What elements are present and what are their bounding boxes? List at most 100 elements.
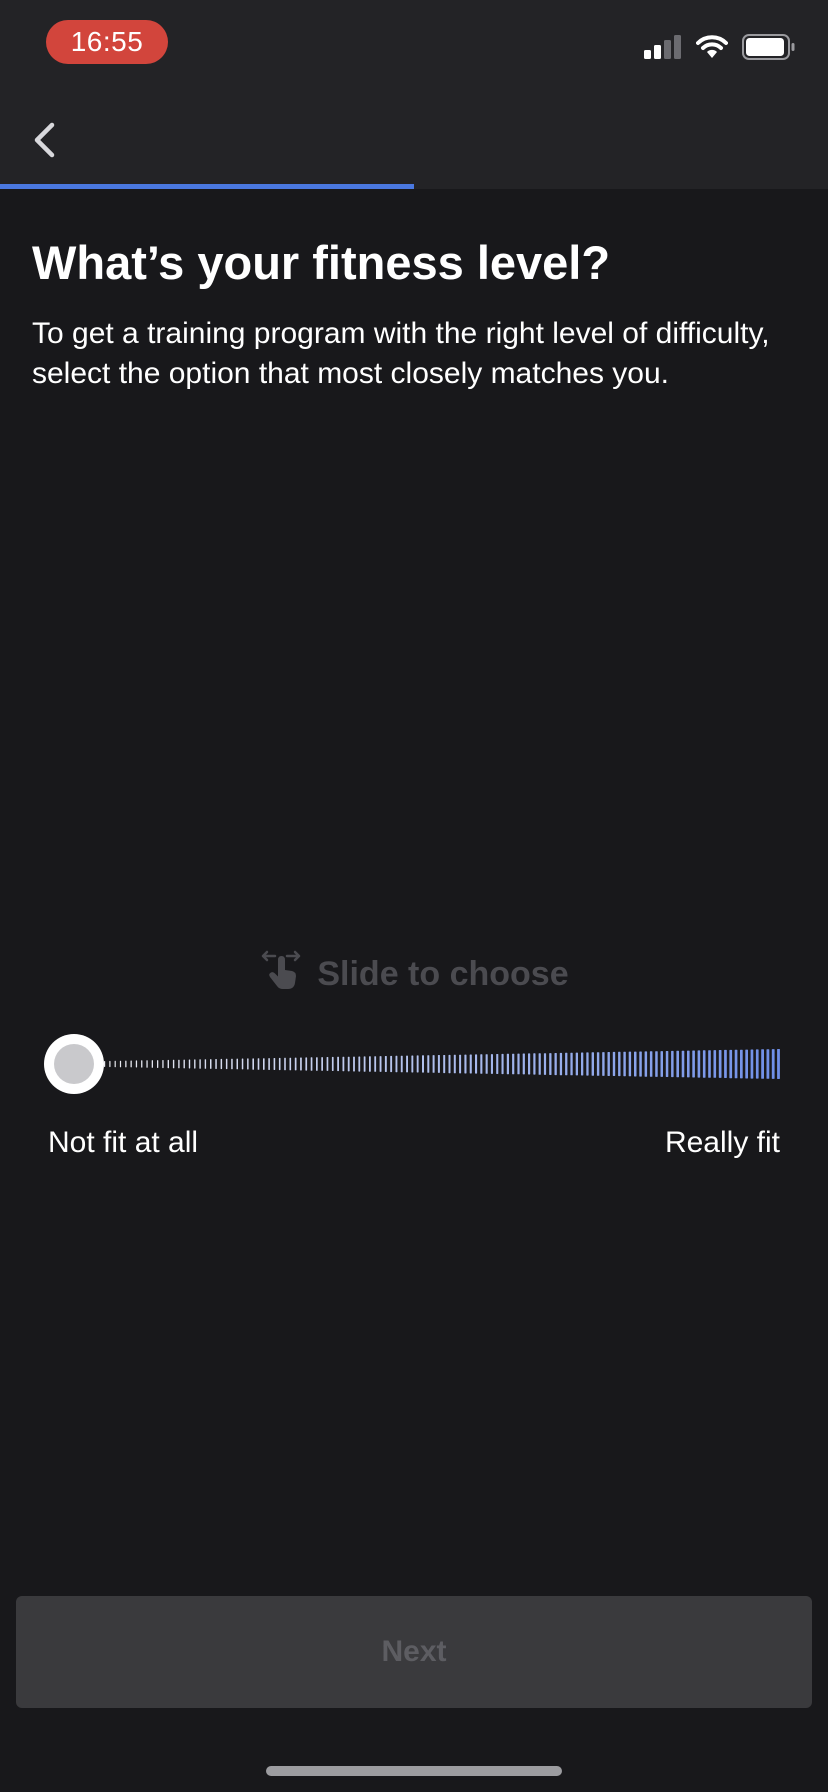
slider-tick — [204, 1059, 207, 1069]
slider-tick — [591, 1052, 594, 1076]
slider-tick — [490, 1054, 493, 1074]
slider-tick — [300, 1057, 302, 1071]
page-subtitle: To get a training program with the right… — [32, 317, 770, 390]
slider-tick — [432, 1055, 435, 1073]
slider-tick — [422, 1055, 424, 1073]
slider-tick — [167, 1059, 169, 1069]
slider-tick — [257, 1058, 260, 1070]
slider-tick — [337, 1056, 339, 1072]
slider-tick — [469, 1054, 472, 1074]
slider-tick — [485, 1054, 488, 1074]
slider-tick — [596, 1052, 600, 1076]
slider-tick — [363, 1056, 366, 1072]
slider-tick — [141, 1060, 143, 1068]
status-time: 16:55 — [46, 20, 168, 64]
battery-icon — [742, 33, 796, 65]
slider-tick — [755, 1049, 759, 1079]
slider-tick — [496, 1054, 499, 1074]
slider-tick — [247, 1058, 249, 1070]
slider-tick — [125, 1060, 127, 1068]
slider-tick — [549, 1053, 552, 1075]
slider-tick — [326, 1057, 329, 1071]
slider-tick — [353, 1056, 355, 1072]
slider-tick — [379, 1056, 382, 1072]
slide-hint-text: Slide to choose — [317, 955, 569, 993]
progress-fill — [0, 184, 414, 189]
slider-tick — [395, 1055, 398, 1073]
slider-tick — [342, 1056, 345, 1072]
slider-tick — [697, 1050, 701, 1078]
slider-tick — [188, 1059, 191, 1069]
slider-tick — [771, 1049, 775, 1079]
slider-tick — [384, 1056, 387, 1072]
slider-tick — [305, 1057, 308, 1071]
slider-tick — [681, 1050, 685, 1078]
slider-tick — [172, 1059, 175, 1069]
slider-tick — [623, 1051, 626, 1077]
slider-tick — [517, 1053, 520, 1075]
slider-thumb[interactable] — [44, 1034, 104, 1094]
slider-tick — [390, 1055, 393, 1073]
slider-tick — [480, 1054, 483, 1074]
slider-tick — [220, 1058, 223, 1070]
page-title: What’s your fitness level? — [32, 236, 611, 289]
slider-tick — [400, 1055, 403, 1073]
slider-tick — [135, 1060, 138, 1068]
fitness-slider[interactable] — [44, 1034, 784, 1094]
slider-tick — [692, 1050, 695, 1078]
slider-tick — [321, 1057, 323, 1071]
slider-tick — [178, 1059, 180, 1069]
chevron-left-icon — [34, 122, 55, 158]
slider-tick — [162, 1060, 164, 1069]
slider-tick — [702, 1050, 706, 1078]
slider-tick — [665, 1051, 669, 1077]
slider-tick — [570, 1052, 573, 1076]
slider-tick — [273, 1058, 276, 1070]
slider-tick — [512, 1053, 515, 1075]
slider-tick — [718, 1050, 722, 1078]
back-button[interactable] — [24, 112, 64, 168]
slider-tick — [543, 1053, 547, 1075]
slider-tick — [215, 1059, 217, 1069]
slide-hint: Slide to choose — [0, 950, 828, 999]
slider-tick — [708, 1050, 711, 1078]
slider-tick — [369, 1056, 371, 1072]
slider-tick — [358, 1056, 361, 1072]
fitness-level-screen: 16:55 What’s your fitness level? To get … — [0, 0, 828, 1792]
slider-tick — [443, 1055, 446, 1074]
slider-tick — [146, 1060, 148, 1068]
slider-tick — [586, 1052, 589, 1076]
slider-tick — [639, 1051, 642, 1077]
slider-tick — [284, 1057, 286, 1071]
slider-tick — [687, 1050, 690, 1078]
slider-tick — [225, 1058, 228, 1070]
slider-min-label: Not fit at all — [48, 1126, 199, 1159]
slider-tick — [777, 1049, 780, 1079]
slider-tick — [559, 1052, 563, 1076]
slider-track[interactable] — [44, 1034, 784, 1094]
slider-tick — [766, 1049, 770, 1079]
slider-tick — [740, 1049, 743, 1079]
next-button[interactable]: Next — [16, 1596, 812, 1708]
slider-tick — [194, 1059, 196, 1069]
slider-tick — [241, 1058, 244, 1070]
slider-tick — [109, 1060, 111, 1068]
slider-tick — [104, 1061, 106, 1067]
slider-max-label: Really fit — [664, 1126, 780, 1159]
slider-tick — [374, 1056, 377, 1072]
slider-tick — [565, 1052, 568, 1076]
wifi-icon — [696, 34, 728, 64]
slider-tick — [316, 1057, 318, 1071]
slider-tick — [183, 1059, 185, 1069]
slider-tick — [427, 1055, 430, 1073]
progress-bar — [0, 184, 828, 189]
slider-tick — [278, 1057, 281, 1071]
slider-tick — [533, 1053, 536, 1075]
slider-tick — [268, 1058, 270, 1070]
slider-tick — [252, 1058, 254, 1070]
slider-tick — [114, 1060, 116, 1068]
slider-tick — [236, 1058, 238, 1070]
slider-tick — [263, 1058, 265, 1070]
slider-tick — [411, 1055, 414, 1073]
slider-tick — [671, 1050, 674, 1078]
